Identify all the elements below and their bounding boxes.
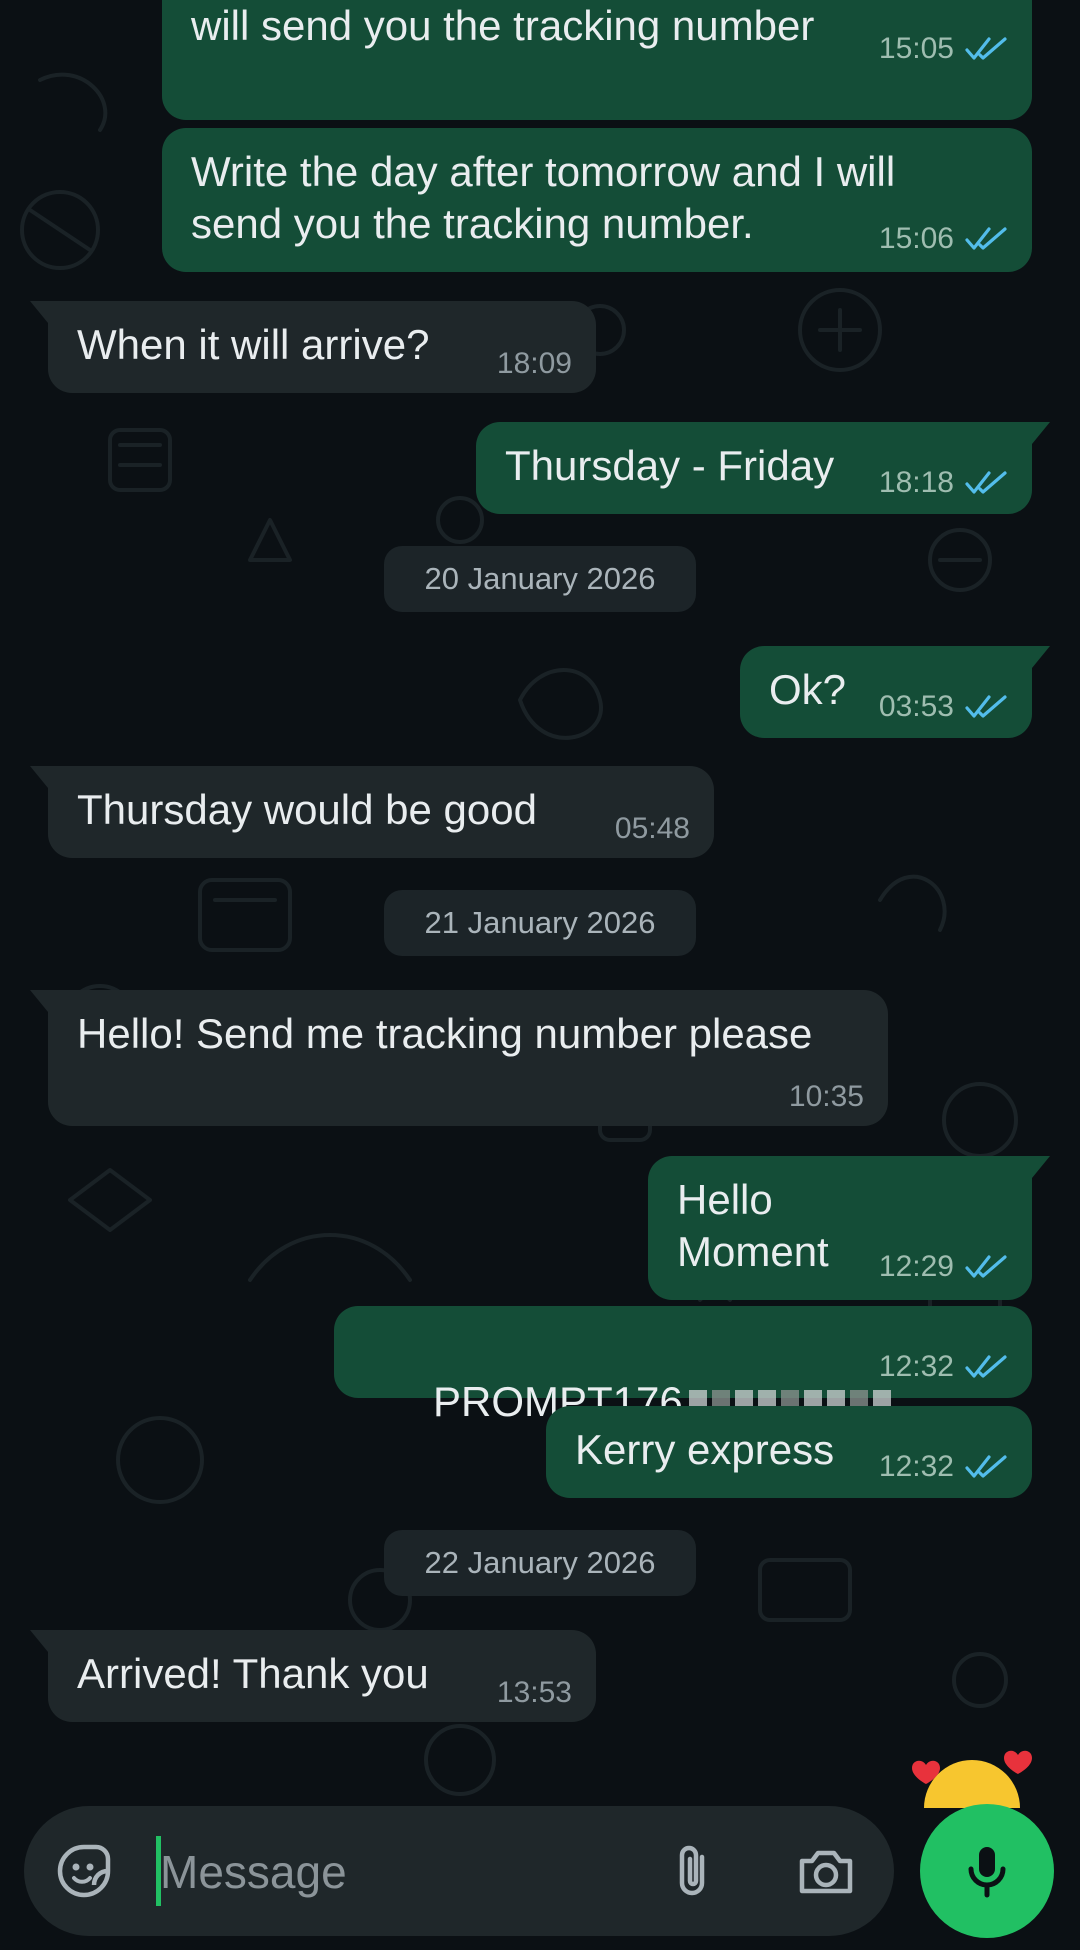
message-time: 10:35	[788, 1080, 864, 1113]
message-meta: 12:32	[879, 1450, 1008, 1484]
message-meta: 03:53	[879, 690, 1008, 724]
message-text: Thursday - Friday	[505, 442, 835, 489]
message-bubble-outgoing[interactable]: Kerry express 12:32	[546, 1406, 1032, 1498]
message-time: 15:06	[878, 222, 954, 255]
message-meta: 18:18	[879, 466, 1008, 500]
message-time: 13:53	[496, 1676, 572, 1709]
message-time: 18:18	[878, 466, 954, 499]
message-bubble-outgoing[interactable]: Thursday - Friday 18:18	[476, 422, 1050, 514]
message-list[interactable]: will send you the tracking number 15:05 …	[0, 0, 1080, 1800]
read-receipt-icon	[965, 695, 1007, 718]
message-text: Thursday would be good	[77, 786, 537, 833]
mic-icon	[968, 1847, 1006, 1898]
message-time: 05:48	[614, 812, 690, 845]
message-meta: 10:35	[789, 1080, 864, 1114]
message-time: 15:05	[878, 32, 954, 65]
message-time: 12:29	[878, 1250, 954, 1283]
message-bubble-incoming[interactable]: Thursday would be good 05:48	[30, 766, 714, 858]
read-receipt-icon	[965, 1355, 1007, 1378]
read-receipt-icon	[965, 227, 1007, 250]
message-time: 03:53	[878, 690, 954, 723]
voice-message-button[interactable]	[920, 1804, 1054, 1938]
message-meta: 13:53	[497, 1676, 572, 1710]
message-meta: 12:29	[879, 1250, 1008, 1284]
message-text: Hello! Send me tracking number please	[77, 1010, 813, 1057]
date-separator: 21 January 2026	[384, 890, 696, 956]
message-text: Kerry express	[575, 1426, 835, 1473]
message-bubble-outgoing[interactable]: Ok? 03:53	[740, 646, 1050, 738]
message-text: will send you the tracking number	[191, 2, 815, 49]
read-receipt-icon	[965, 471, 1007, 494]
date-separator: 22 January 2026	[384, 1530, 696, 1596]
message-text: Write the day after tomorrow and I will …	[191, 148, 896, 247]
message-bubble-incoming[interactable]: Arrived! Thank you 13:53	[30, 1630, 596, 1722]
message-text: Hello Moment	[677, 1176, 829, 1275]
message-meta: 15:06	[879, 222, 1008, 256]
read-receipt-icon	[965, 1255, 1007, 1278]
message-meta: 05:48	[615, 812, 690, 846]
message-text: When it will arrive?	[77, 321, 430, 368]
read-receipt-icon	[965, 1455, 1007, 1478]
message-meta: 18:09	[497, 347, 572, 381]
message-text: Arrived! Thank you	[77, 1650, 429, 1697]
message-bubble-outgoing[interactable]: Write the day after tomorrow and I will …	[162, 128, 1032, 272]
sticker-icon[interactable]	[54, 1841, 114, 1901]
message-meta: 15:05	[879, 32, 1008, 66]
message-bubble-outgoing[interactable]: PROMPT176 12:32	[334, 1306, 1032, 1425]
message-text: Ok?	[769, 666, 847, 713]
message-time: 18:09	[496, 347, 572, 380]
message-input[interactable]	[160, 1840, 640, 1904]
message-bubble-incoming[interactable]: Hello! Send me tracking number please 10…	[30, 990, 888, 1126]
date-separator: 20 January 2026	[384, 546, 696, 612]
camera-icon[interactable]	[794, 1841, 858, 1901]
message-meta: 12:32	[879, 1350, 1008, 1384]
read-receipt-icon	[965, 37, 1007, 60]
message-time: 12:32	[878, 1350, 954, 1383]
smiling-hearts-emoji-icon	[912, 1750, 1032, 1808]
message-time: 12:32	[878, 1450, 954, 1483]
message-bubble-incoming[interactable]: When it will arrive? 18:09	[30, 301, 596, 393]
message-bubble-outgoing[interactable]: will send you the tracking number 15:05	[162, 0, 1032, 120]
message-bubble-outgoing[interactable]: Hello Moment 12:29	[648, 1156, 1050, 1300]
attach-icon[interactable]	[664, 1841, 724, 1901]
